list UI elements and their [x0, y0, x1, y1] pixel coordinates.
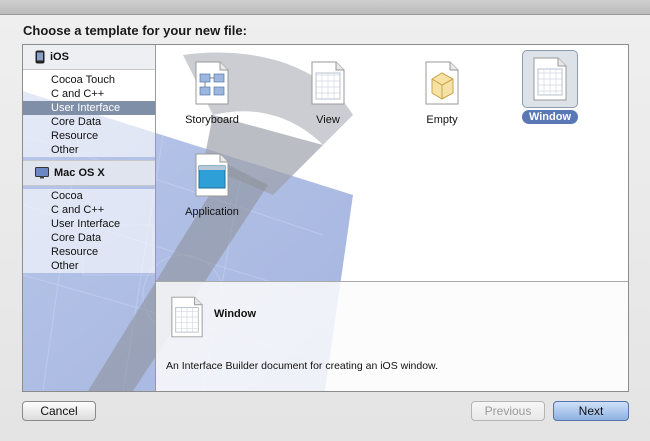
window-icon — [170, 296, 204, 341]
template-sidebar: iOS Cocoa Touch C and C++ User Interface… — [23, 45, 156, 391]
sheet-prompt: Choose a template for your new file: — [23, 23, 247, 38]
template-chooser-panel: iOS Cocoa Touch C and C++ User Interface… — [22, 44, 629, 392]
cancel-button[interactable]: Cancel — [22, 401, 96, 421]
template-window[interactable]: Window — [505, 50, 595, 132]
sidebar-item-cocoa[interactable]: Cocoa — [23, 189, 155, 203]
next-button[interactable]: Next — [553, 401, 629, 421]
template-label: Empty — [426, 114, 458, 126]
template-application[interactable]: Application — [167, 147, 257, 229]
template-detail-pane: Window An Interface Builder document for… — [156, 281, 628, 391]
template-label: View — [316, 114, 340, 126]
view-icon — [301, 55, 355, 111]
template-label: Storyboard — [185, 114, 239, 126]
template-label: Application — [185, 206, 239, 218]
sidebar-item-other[interactable]: Other — [23, 143, 155, 157]
sidebar-item-core-data[interactable]: Core Data — [23, 115, 155, 129]
sidebar-item-cocoa-touch[interactable]: Cocoa Touch — [23, 73, 155, 87]
sidebar-item-resource[interactable]: Resource — [23, 129, 155, 143]
template-storyboard[interactable]: Storyboard — [167, 55, 257, 137]
window-icon — [522, 50, 578, 108]
sidebar-item-core-data-mac[interactable]: Core Data — [23, 231, 155, 245]
new-file-sheet: Choose a template for your new file: iOS… — [0, 14, 650, 441]
sidebar-group-label: Mac OS X — [54, 167, 105, 179]
sidebar-item-resource-mac[interactable]: Resource — [23, 245, 155, 259]
sidebar-item-user-interface[interactable]: User Interface — [23, 101, 155, 115]
empty-icon — [415, 55, 469, 111]
application-icon — [185, 147, 239, 203]
sidebar-item-other-mac[interactable]: Other — [23, 259, 155, 273]
sidebar-group-ios[interactable]: iOS — [23, 45, 155, 70]
sidebar-item-c-and-cpp-mac[interactable]: C and C++ — [23, 203, 155, 217]
storyboard-icon — [185, 55, 239, 111]
detail-title: Window — [214, 308, 257, 320]
mac-finder-icon — [35, 167, 49, 179]
iphone-icon — [35, 50, 45, 64]
template-grid: Storyboard View Empty Window Application — [156, 45, 628, 281]
sidebar-group-mac-os-x[interactable]: Mac OS X — [23, 160, 155, 186]
detail-description: An Interface Builder document for creati… — [166, 360, 438, 372]
sidebar-item-c-and-cpp[interactable]: C and C++ — [23, 87, 155, 101]
template-empty[interactable]: Empty — [397, 55, 487, 137]
previous-button[interactable]: Previous — [471, 401, 545, 421]
template-view[interactable]: View — [283, 55, 373, 137]
sidebar-item-user-interface-mac[interactable]: User Interface — [23, 217, 155, 231]
template-label: Window — [521, 110, 579, 124]
sidebar-group-label: iOS — [50, 51, 69, 63]
